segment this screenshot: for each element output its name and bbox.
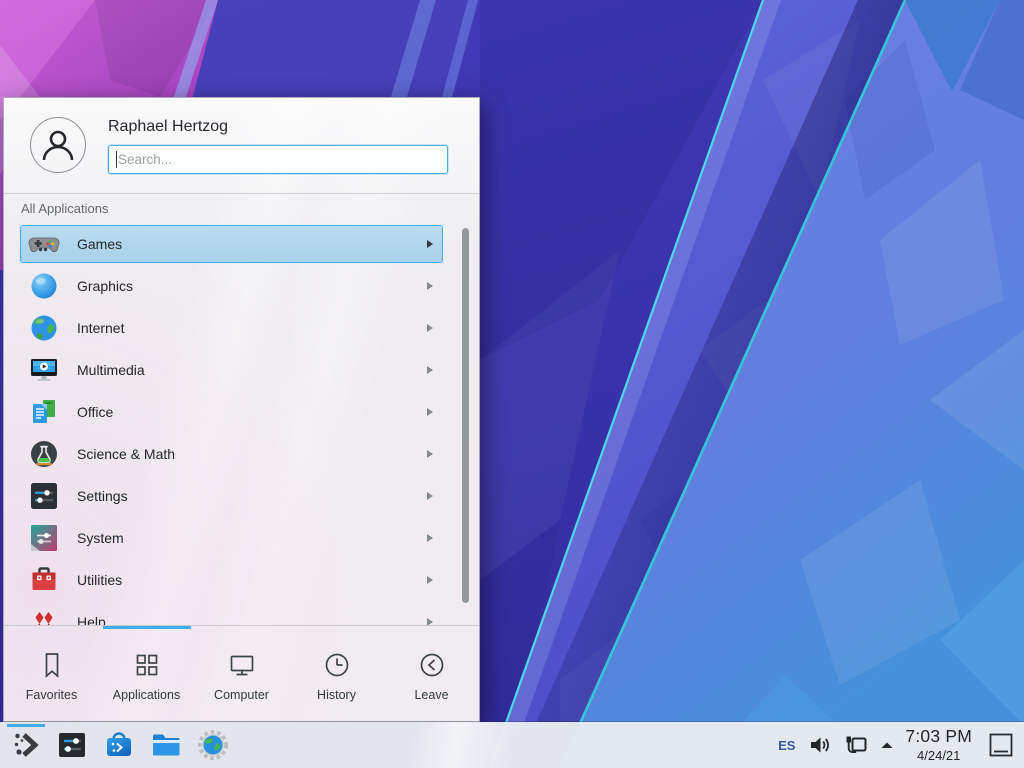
submenu-arrow-icon <box>427 534 433 542</box>
clock-time: 7:03 PM <box>905 728 972 746</box>
category-internet[interactable]: Internet <box>20 309 443 347</box>
active-task-indicator <box>7 724 45 727</box>
text-caret <box>116 151 117 168</box>
graphics-sphere-icon <box>28 270 60 302</box>
user-icon <box>37 124 79 166</box>
show-desktop-button[interactable] <box>986 729 1016 761</box>
globe-icon <box>28 312 60 344</box>
submenu-arrow-icon <box>427 408 433 416</box>
tab-leave[interactable]: Leave <box>384 626 479 722</box>
system-settings-icon[interactable] <box>56 729 88 761</box>
submenu-arrow-icon <box>427 618 433 625</box>
category-utilities[interactable]: Utilities <box>20 561 443 599</box>
sliders-gradient-icon <box>28 522 60 554</box>
tab-favorites[interactable]: Favorites <box>4 626 99 722</box>
tab-applications[interactable]: Applications <box>99 626 194 722</box>
launcher-header: Raphael Hertzog <box>4 98 479 194</box>
submenu-arrow-icon <box>427 282 433 290</box>
category-science-math[interactable]: Science & Math <box>20 435 443 473</box>
clock-icon <box>322 650 352 680</box>
digital-clock[interactable]: 7:03 PM 4/24/21 <box>905 728 972 762</box>
section-label: All Applications <box>21 201 108 216</box>
sliders-dark-icon <box>28 480 60 512</box>
category-graphics[interactable]: Graphics <box>20 267 443 305</box>
active-tab-indicator <box>103 626 191 629</box>
submenu-arrow-icon <box>427 366 433 374</box>
clock-date: 4/24/21 <box>917 749 960 762</box>
taskbar: ES 7:03 PM 4/24/21 <box>0 722 1024 768</box>
search-input[interactable] <box>108 145 448 174</box>
application-launcher-button[interactable] <box>6 722 46 768</box>
web-browser-icon[interactable] <box>197 729 229 761</box>
gamepad-icon <box>28 228 60 260</box>
monitor-play-icon <box>28 354 60 386</box>
user-avatar[interactable] <box>30 117 86 173</box>
submenu-arrow-icon <box>427 324 433 332</box>
tab-computer[interactable]: Computer <box>194 626 289 722</box>
documents-icon <box>28 396 60 428</box>
keyboard-layout-indicator[interactable]: ES <box>776 738 797 753</box>
category-office[interactable]: Office <box>20 393 443 431</box>
pinned-apps <box>56 729 229 761</box>
submenu-arrow-icon <box>427 576 433 584</box>
launcher-tab-bar: Favorites Applications Computer <box>4 625 479 722</box>
file-manager-icon[interactable] <box>150 729 182 761</box>
category-system[interactable]: System <box>20 519 443 557</box>
volume-icon[interactable] <box>807 732 833 758</box>
discover-icon[interactable] <box>103 729 135 761</box>
flask-icon <box>28 438 60 470</box>
toolbox-icon <box>28 564 60 596</box>
category-multimedia[interactable]: Multimedia <box>20 351 443 389</box>
submenu-arrow-icon <box>427 450 433 458</box>
category-list: Games Graphics <box>4 220 479 625</box>
expand-tray-icon[interactable] <box>879 737 895 753</box>
grid-icon <box>132 650 162 680</box>
category-help[interactable]: Help <box>20 603 443 625</box>
user-name: Raphael Hertzog <box>108 118 228 136</box>
show-desktop-icon <box>987 731 1015 759</box>
list-scrollbar[interactable] <box>462 228 469 603</box>
kde-launcher-icon <box>12 731 40 759</box>
submenu-arrow-icon <box>427 492 433 500</box>
tab-history[interactable]: History <box>289 626 384 722</box>
wired-network-icon[interactable] <box>843 732 869 758</box>
monitor-icon <box>227 650 257 680</box>
category-games[interactable]: Games <box>20 225 443 263</box>
leave-icon <box>417 650 447 680</box>
help-icon <box>28 606 60 625</box>
system-tray: ES <box>776 732 895 758</box>
application-launcher-popup: Raphael Hertzog All Applications Games <box>3 97 480 722</box>
submenu-arrow-icon <box>427 240 433 248</box>
search-field-wrap <box>108 145 448 174</box>
category-settings[interactable]: Settings <box>20 477 443 515</box>
bookmark-icon <box>37 650 67 680</box>
